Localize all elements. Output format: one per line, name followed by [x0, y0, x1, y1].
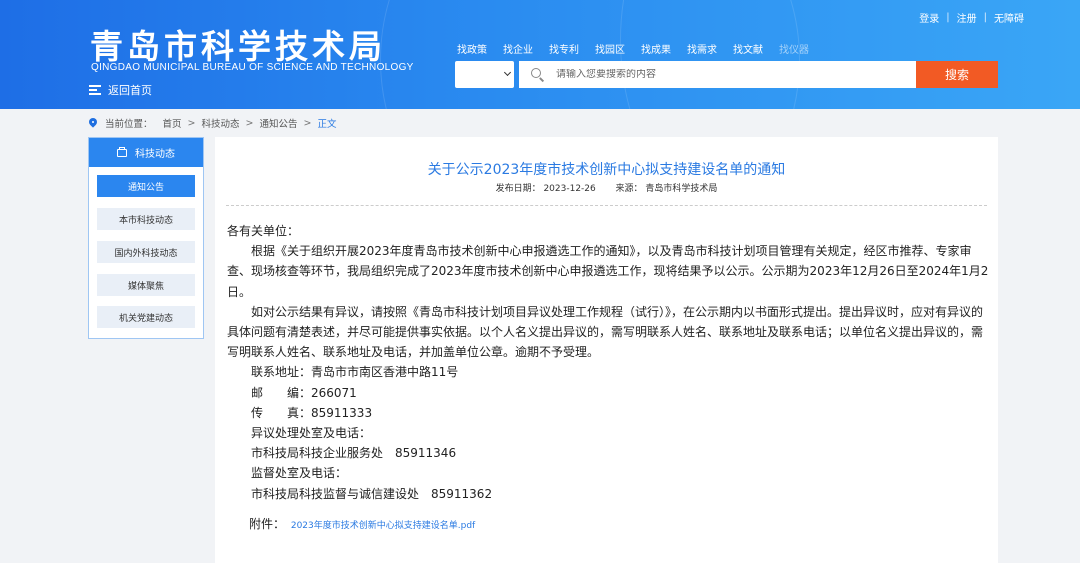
salutation: 各有关单位： — [227, 224, 300, 238]
nav-park[interactable]: 找园区 — [595, 41, 625, 56]
login-link[interactable]: 登录 — [919, 10, 939, 25]
top-links: 登录 | 注册 | 无障碍 — [919, 10, 1024, 25]
nav-policy[interactable]: 找政策 — [457, 41, 487, 56]
divider — [226, 205, 987, 206]
breadcrumb: 当前位置： 首页 > 科技动态 > 通知公告 > 正文 — [87, 115, 337, 131]
supervision-office-label: 监督处室及电话： — [251, 466, 348, 481]
search-box — [519, 61, 917, 88]
nav-instrument[interactable]: 找仪器 — [779, 41, 809, 56]
folder-icon — [117, 146, 127, 157]
breadcrumb-current: 正文 — [317, 119, 337, 130]
sidebar-header: 科技动态 — [89, 138, 203, 167]
search-category-select[interactable] — [455, 61, 514, 88]
breadcrumb-label: 当前位置： — [105, 119, 153, 130]
sidebar-title: 科技动态 — [135, 149, 175, 160]
nav-patent[interactable]: 找专利 — [549, 41, 579, 56]
return-home-link[interactable]: 返回首页 — [89, 82, 152, 98]
objection-office-label: 异议处理处室及电话： — [251, 426, 372, 441]
sidebar-item-party-building[interactable]: 机关党建动态 — [97, 306, 195, 328]
article-meta: 发布日期： 2023-12-26 来源： 青岛市科学技术局 — [215, 181, 998, 194]
sidebar-item-notices[interactable]: 通知公告 — [97, 175, 195, 197]
paragraph: 如对公示结果有异议，请按照《青岛市科技计划项目异议处理工作规程（试行）》，在公示… — [227, 304, 984, 360]
sidebar: 科技动态 通知公告 本市科技动态 国内外科技动态 媒体聚焦 机关党建动态 — [88, 137, 204, 339]
contact-postcode: 邮 编：266071 — [251, 385, 357, 400]
sidebar-item-global-news[interactable]: 国内外科技动态 — [97, 241, 195, 263]
breadcrumb-home[interactable]: 首页 — [163, 116, 182, 130]
breadcrumb-notices[interactable]: 通知公告 — [259, 116, 297, 130]
search-input[interactable] — [556, 69, 917, 80]
attachment: 附件： 2023年度市技术创新中心拟支持建设名单.pdf — [249, 515, 475, 532]
article-body: 各有关单位： 根据《关于组织开展2023年度青岛市技术创新中心申报遴选工作的通知… — [227, 221, 989, 504]
nav-achievement[interactable]: 找成果 — [641, 41, 671, 56]
supervision-office-phone: 市科技局科技监督与诚信建设处 85911362 — [251, 486, 493, 501]
nav-demand[interactable]: 找需求 — [687, 41, 717, 56]
register-link[interactable]: 注册 — [957, 10, 977, 25]
source-label: 来源： — [615, 184, 643, 194]
breadcrumb-separator: > — [303, 117, 312, 129]
site-header: 青岛市科学技术局 QINGDAO MUNICIPAL BUREAU OF SCI… — [0, 0, 1080, 109]
chevron-down-icon — [503, 68, 512, 77]
paragraph: 根据《关于组织开展2023年度青岛市技术创新中心申报遴选工作的通知》，以及青岛市… — [227, 244, 989, 299]
article-panel: 关于公示2023年度市技术创新中心拟支持建设名单的通知 发布日期： 2023-1… — [215, 137, 998, 563]
attachment-label: 附件： — [249, 517, 286, 531]
return-home-label: 返回首页 — [108, 84, 152, 97]
search-button[interactable]: 搜索 — [916, 61, 998, 88]
contact-address: 联系地址：青岛市市南区香港中路11号 — [251, 365, 459, 380]
publish-date: 2023-12-26 — [543, 184, 596, 194]
nav-literature[interactable]: 找文献 — [733, 41, 763, 56]
site-title: 青岛市科学技术局 — [90, 27, 386, 66]
divider: | — [983, 12, 987, 23]
breadcrumb-separator: > — [187, 117, 196, 129]
source-value: 青岛市科学技术局 — [645, 184, 718, 194]
publish-date-label: 发布日期： — [495, 184, 541, 194]
accessibility-link[interactable]: 无障碍 — [994, 10, 1024, 25]
breadcrumb-separator: > — [245, 117, 254, 129]
contact-fax: 传 真：85911333 — [251, 405, 373, 420]
site-subtitle: QINGDAO MUNICIPAL BUREAU OF SCIENCE AND … — [91, 62, 414, 73]
attachment-link[interactable]: 2023年度市技术创新中心拟支持建设名单.pdf — [291, 521, 475, 531]
menu-icon — [89, 85, 101, 95]
main-nav: 找政策 找企业 找专利 找园区 找成果 找需求 找文献 找仪器 — [457, 41, 825, 56]
search-icon — [531, 68, 545, 82]
breadcrumb-tech-news[interactable]: 科技动态 — [202, 116, 240, 130]
objection-office-phone: 市科技局科技企业服务处 85911346 — [251, 446, 457, 461]
nav-enterprise[interactable]: 找企业 — [503, 41, 533, 56]
sidebar-item-local-news[interactable]: 本市科技动态 — [97, 208, 195, 230]
sidebar-item-media[interactable]: 媒体聚焦 — [97, 274, 195, 296]
article-title: 关于公示2023年度市技术创新中心拟支持建设名单的通知 — [427, 162, 786, 178]
divider: | — [946, 12, 950, 23]
location-pin-icon — [87, 116, 99, 128]
